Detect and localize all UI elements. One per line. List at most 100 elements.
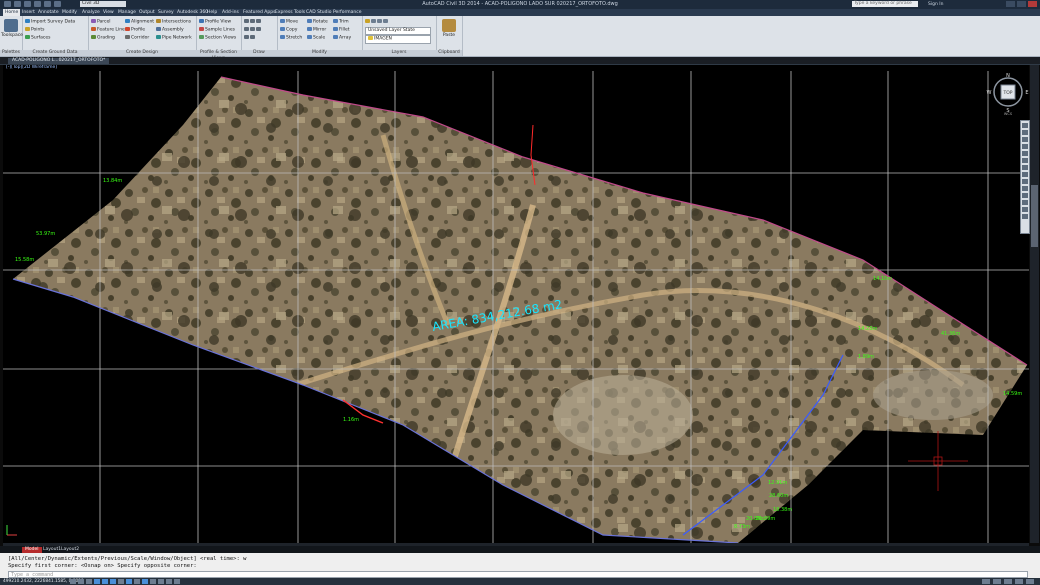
- viewcube[interactable]: TOP N S E W WCS: [986, 72, 1030, 116]
- parcel-button[interactable]: Parcel: [91, 19, 111, 26]
- alignment-button[interactable]: Alignment: [125, 19, 154, 26]
- zoom-realtime-icon[interactable]: [1022, 179, 1028, 184]
- text-tool[interactable]: [244, 35, 256, 42]
- trim-button[interactable]: Trim: [333, 19, 349, 26]
- profile-button[interactable]: Profile: [125, 27, 145, 34]
- circle-tool[interactable]: [244, 27, 262, 34]
- dynamic-ucs-icon[interactable]: [134, 579, 140, 584]
- modify-panel: Move Copy Stretch Rotate Mirror Scale Tr…: [277, 16, 363, 56]
- grid-display-icon[interactable]: [86, 579, 92, 584]
- copy-button[interactable]: Copy: [280, 27, 297, 34]
- selection-cycling-icon[interactable]: [174, 579, 180, 584]
- zoom-window-icon[interactable]: [1022, 165, 1028, 170]
- transparency-icon[interactable]: [158, 579, 164, 584]
- viewport-controls[interactable]: [-][Top][2D Wireframe]: [6, 65, 57, 71]
- line-tool[interactable]: [244, 19, 262, 26]
- zoom-icon[interactable]: [1022, 137, 1028, 142]
- ribbon-tabs: Home Insert Annotate Modify Analyze View…: [0, 9, 1040, 16]
- tab-survey[interactable]: Survey: [158, 9, 174, 16]
- steering-wheel-icon[interactable]: [1022, 123, 1028, 128]
- infer-constraints-icon[interactable]: [70, 579, 76, 584]
- dynamic-input-icon[interactable]: [142, 579, 148, 584]
- close-button[interactable]: [1028, 1, 1037, 7]
- tab-output[interactable]: Output: [139, 9, 155, 16]
- zoom-center-icon[interactable]: [1022, 193, 1028, 198]
- 3d-osnap-icon[interactable]: [118, 579, 124, 584]
- import-survey-data-button[interactable]: Import Survey Data: [25, 19, 75, 26]
- corridor-button[interactable]: Corridor: [125, 35, 149, 42]
- sample-lines-button[interactable]: Sample Lines: [199, 27, 235, 34]
- pipe-network-button[interactable]: Pipe Network: [156, 35, 192, 42]
- zoom-previous-icon[interactable]: [1022, 172, 1028, 177]
- current-layer-dropdown[interactable]: IMAGEN: [365, 35, 431, 44]
- tab-view[interactable]: View: [103, 9, 114, 16]
- scale-button[interactable]: Scale: [307, 35, 325, 42]
- drawing-canvas[interactable]: 13.84m 53.97m 15.58m 14.10m 41.36m 14.23…: [3, 65, 1029, 543]
- move-button[interactable]: Move: [280, 19, 298, 26]
- vertical-scrollbar[interactable]: [1030, 65, 1039, 543]
- tab-help[interactable]: Help: [207, 9, 217, 16]
- assembly-button[interactable]: Assembly: [156, 27, 184, 34]
- zoom-all-icon[interactable]: [1022, 186, 1028, 191]
- sign-in-button[interactable]: Sign In: [928, 1, 943, 8]
- object-snap-tracking-icon[interactable]: [126, 579, 132, 584]
- zoom-dynamic-icon[interactable]: [1022, 200, 1028, 205]
- tab-performance[interactable]: Performance: [333, 9, 362, 16]
- mirror-button[interactable]: Mirror: [307, 27, 326, 34]
- fillet-button[interactable]: Fillet: [333, 27, 350, 34]
- annotation-scale-icon[interactable]: [982, 579, 990, 584]
- layer-state-dropdown[interactable]: Unsaved Layer State: [365, 27, 431, 35]
- quick-properties-icon[interactable]: [166, 579, 172, 584]
- snap-mode-icon[interactable]: [78, 579, 84, 584]
- vertical-scroll-thumb[interactable]: [1031, 185, 1038, 247]
- lock-icon[interactable]: [1004, 579, 1012, 584]
- restore-button[interactable]: [1017, 1, 1026, 7]
- tab-autodesk-360[interactable]: Autodesk 360: [177, 9, 208, 16]
- tab-home[interactable]: Home: [3, 9, 21, 16]
- polar-tracking-icon[interactable]: [102, 579, 108, 584]
- pan-icon[interactable]: [1022, 130, 1028, 135]
- tab-featured-apps[interactable]: Featured Apps: [243, 9, 275, 16]
- section-views-button[interactable]: Section Views: [199, 35, 236, 42]
- grading-button[interactable]: Grading: [91, 35, 115, 42]
- minimize-button[interactable]: [1006, 1, 1015, 7]
- zoom-extents-icon[interactable]: [1022, 158, 1028, 163]
- document-tab[interactable]: ACAD-POLIGONO L...020217_ORTOFOTO*: [8, 58, 110, 64]
- command-input[interactable]: Type a command: [8, 571, 1028, 578]
- tab-modify[interactable]: Modify: [62, 9, 77, 16]
- clean-screen-icon[interactable]: [1026, 579, 1034, 584]
- array-button[interactable]: Array: [333, 35, 351, 42]
- ortho-mode-icon[interactable]: [94, 579, 100, 584]
- tab-annotate[interactable]: Annotate: [38, 9, 59, 16]
- showmotion-icon[interactable]: [1022, 151, 1028, 156]
- paste-button[interactable]: Paste: [439, 19, 459, 38]
- help-search-input[interactable]: Type a keyword or phrase: [852, 1, 918, 7]
- tab-manage[interactable]: Manage: [118, 9, 136, 16]
- grading-icon: [91, 35, 96, 39]
- dim-label: 1.16m: [343, 417, 359, 423]
- orbit-icon[interactable]: [1022, 144, 1028, 149]
- tab-cad-studio[interactable]: CAD Studio: [306, 9, 331, 16]
- zoom-object-icon[interactable]: [1022, 214, 1028, 219]
- stretch-button[interactable]: Stretch: [280, 35, 302, 42]
- intersections-button[interactable]: Intersections: [156, 19, 191, 26]
- feature-line-button[interactable]: Feature Line: [91, 27, 125, 34]
- object-snap-icon[interactable]: [110, 579, 116, 584]
- workspace-switch-icon[interactable]: [993, 579, 1001, 584]
- palettes-panel-title: Palettes: [0, 50, 22, 56]
- tab-insert[interactable]: Insert: [22, 9, 35, 16]
- toolspace-button[interactable]: Toolspace: [1, 19, 23, 38]
- tab-express-tools[interactable]: Express Tools: [275, 9, 305, 16]
- command-history-line: [All/Center/Dynamic/Extents/Previous/Sca…: [8, 556, 247, 562]
- lineweight-icon[interactable]: [150, 579, 156, 584]
- tab-add-ins[interactable]: Add-ins: [222, 9, 239, 16]
- tab-analyze[interactable]: Analyze: [82, 9, 100, 16]
- zoom-scale-icon[interactable]: [1022, 207, 1028, 212]
- points-button[interactable]: Points: [25, 27, 45, 34]
- surfaces-button[interactable]: Surfaces: [25, 35, 51, 42]
- rotate-button[interactable]: Rotate: [307, 19, 328, 26]
- isolate-objects-icon[interactable]: [1015, 579, 1023, 584]
- create-design-panel-title: Create Design: [88, 50, 196, 56]
- layer-tools-row[interactable]: [365, 19, 389, 26]
- profile-view-button[interactable]: Profile View: [199, 19, 231, 26]
